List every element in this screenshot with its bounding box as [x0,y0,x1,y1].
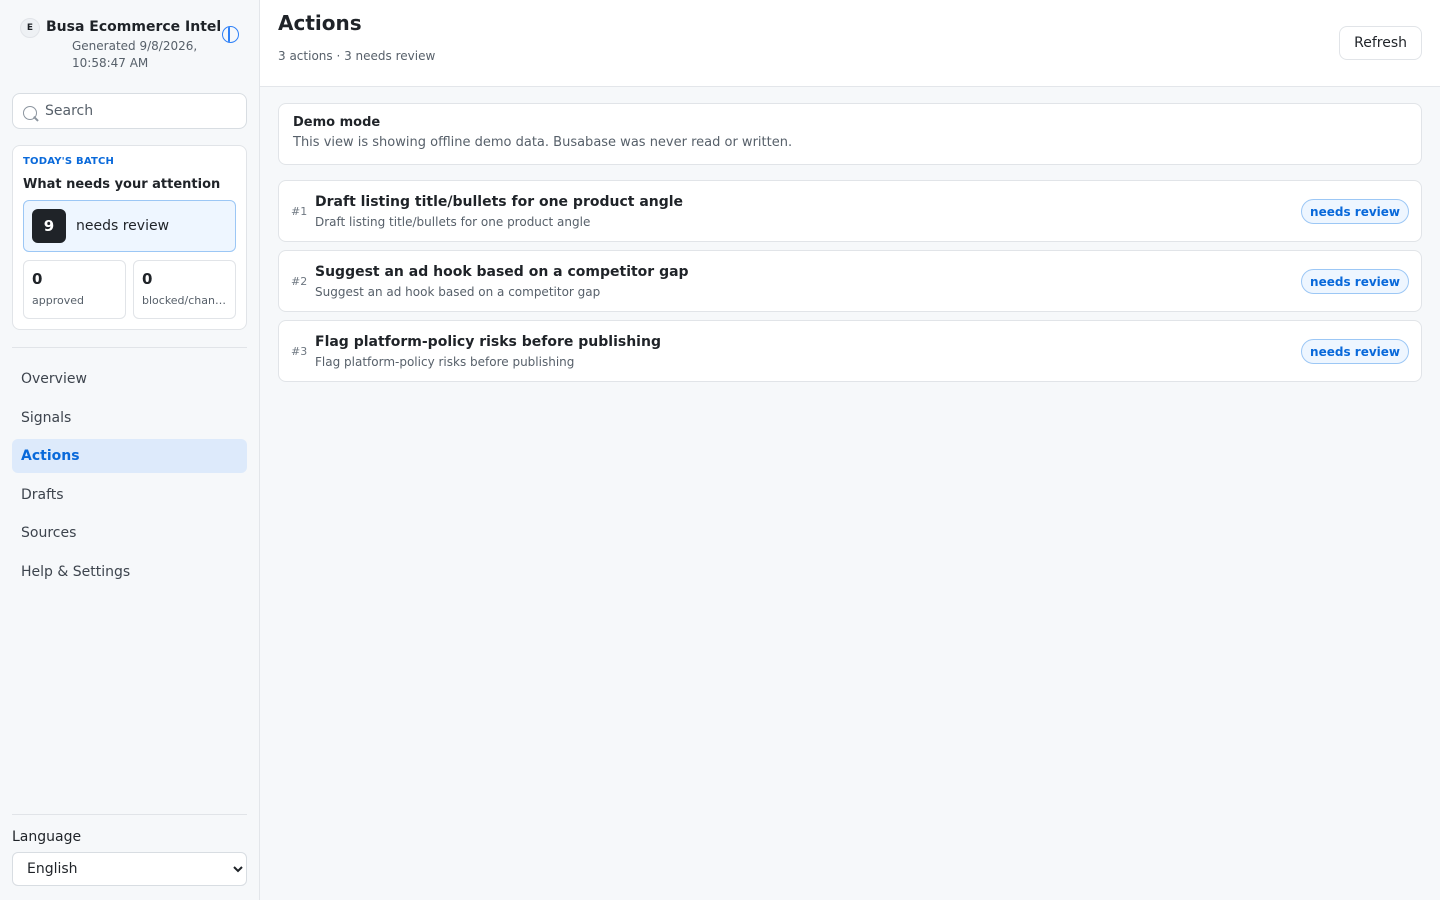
approved-label: approved [32,294,84,307]
search-icon [23,106,37,120]
language-label: Language [12,829,82,845]
brand: E Busa Ecommerce Intel Generated 9/8/202… [12,0,247,92]
needs-review-label: needs review [76,218,170,234]
sidebar-item-drafts[interactable]: Drafts [12,478,247,512]
actions-content: Demo mode This view is showing offline d… [260,87,1440,398]
todays-batch-card: TODAY'S BATCH What needs your attention … [12,145,247,330]
action-title: Draft listing title/bullets for one prod… [315,193,684,210]
action-index: #1 [291,204,308,218]
blocked-label: blocked/changes [142,294,227,307]
main-area: Actions 3 actions · 3 needs review Refre… [260,0,1440,900]
search-box[interactable] [12,93,247,129]
action-row[interactable]: #1 Draft listing title/bullets for one p… [278,180,1422,242]
page-title: Actions [278,11,362,35]
sidebar-item-sources[interactable]: Sources [12,516,247,550]
approved-summary[interactable]: 0 approved [23,260,126,319]
search-input[interactable] [45,103,225,119]
batch-kicker: TODAY'S BATCH [23,156,115,167]
action-subtitle: Flag platform-policy risks before publis… [315,354,575,369]
sidebar: E Busa Ecommerce Intel Generated 9/8/202… [0,0,260,900]
sidebar-item-signals[interactable]: Signals [12,401,247,435]
sidebar-item-overview[interactable]: Overview [12,362,247,396]
blocked-summary[interactable]: 0 blocked/changes [133,260,236,319]
page-subtitle: 3 actions · 3 needs review [278,49,436,63]
page-header: Actions 3 actions · 3 needs review Refre… [260,0,1440,87]
generated-timestamp: Generated 9/8/2026, 10:58:47 AM [72,39,198,70]
demo-mode-notice: Demo mode This view is showing offline d… [278,103,1422,165]
action-index: #2 [291,274,308,288]
sidebar-item-help-settings[interactable]: Help & Settings [12,555,247,589]
action-row[interactable]: #3 Flag platform-policy risks before pub… [278,320,1422,382]
batch-title: What needs your attention [23,177,221,192]
notice-title: Demo mode [293,115,381,130]
language-select[interactable]: English [12,852,247,886]
action-title: Flag platform-policy risks before publis… [315,333,661,350]
notice-text: This view is showing offline demo data. … [293,135,793,150]
status-badge: needs review [1301,339,1409,364]
sidebar-footer-divider [12,814,247,815]
sidebar-nav: Overview Signals Actions Drafts Sources … [12,362,247,593]
action-title: Suggest an ad hook based on a competitor… [315,263,689,280]
sidebar-divider [12,347,247,348]
action-subtitle: Draft listing title/bullets for one prod… [315,214,591,229]
sidebar-toggle-icon[interactable] [222,26,239,43]
approved-count: 0 [32,270,43,288]
brand-name: Busa Ecommerce Intel [46,19,222,35]
sidebar-item-actions[interactable]: Actions [12,439,247,473]
status-badge: needs review [1301,199,1409,224]
action-subtitle: Suggest an ad hook based on a competitor… [315,284,601,299]
refresh-button[interactable]: Refresh [1339,26,1422,60]
needs-review-summary[interactable]: 9 needs review [23,200,236,252]
action-index: #3 [291,344,308,358]
action-row[interactable]: #2 Suggest an ad hook based on a competi… [278,250,1422,312]
blocked-count: 0 [142,270,153,288]
status-badge: needs review [1301,269,1409,294]
brand-logo: E [20,18,40,38]
needs-review-count: 9 [32,209,66,243]
